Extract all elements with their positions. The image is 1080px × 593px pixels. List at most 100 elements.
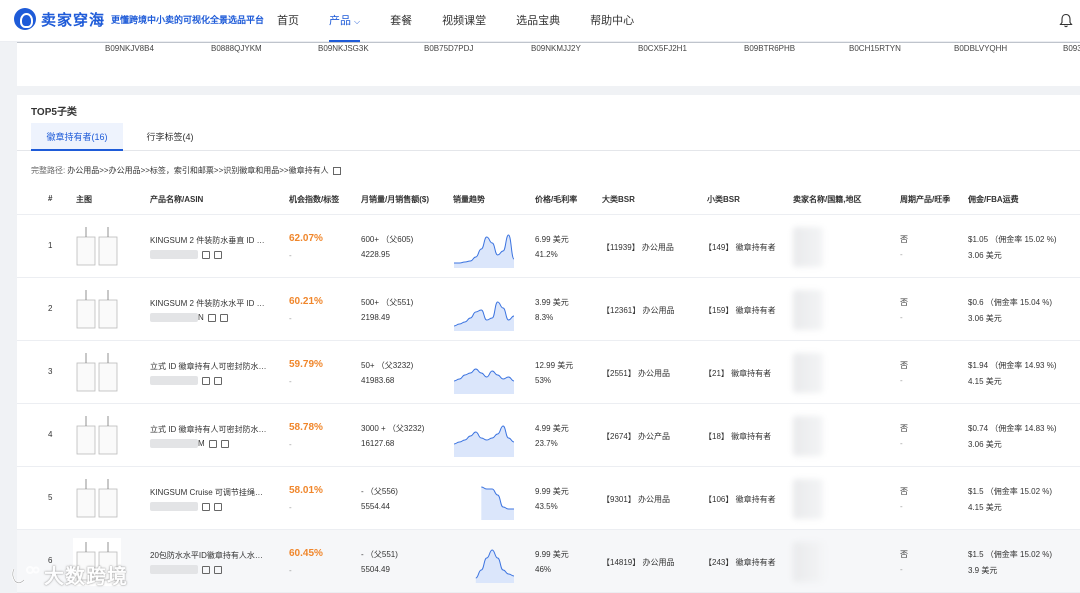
product-image <box>76 290 118 329</box>
seller-info-redacted <box>793 353 823 393</box>
big-category-bsr: 【2674】 办公产品 <box>602 432 671 441</box>
asin-label: B09NKMJJ2Y <box>531 44 581 53</box>
external-link-icon[interactable] <box>214 565 222 574</box>
external-link-icon[interactable] <box>219 313 228 322</box>
gross-margin: 43.5% <box>535 502 558 511</box>
product-thumbnail[interactable] <box>73 475 121 523</box>
small-category-bsr: 【106】 徽章持有者 <box>704 495 776 504</box>
nav-item-selection-guide[interactable]: 选品宝典 <box>501 0 575 42</box>
monthly-revenue: 41983.68 <box>361 376 395 385</box>
nav-item-products[interactable]: 产品 ⌵ <box>314 0 375 42</box>
commission: $0.6 （佣金率 15.04 %) <box>968 298 1053 307</box>
fba-fee: 4.15 美元 <box>968 503 1002 512</box>
small-category-bsr: 【243】 徽章持有者 <box>704 558 776 567</box>
col-price-margin[interactable]: 价格/毛利率 <box>535 194 577 205</box>
product-asin: M <box>150 439 229 449</box>
copy-icon[interactable] <box>207 313 216 322</box>
asin-tail: M <box>198 439 205 448</box>
nav-item-help-center[interactable]: 帮助中心 <box>575 0 649 42</box>
fba-fee: 3.06 美元 <box>968 251 1002 260</box>
sales-trend-chart[interactable] <box>452 229 516 269</box>
copy-icon[interactable] <box>202 250 210 259</box>
product-thumbnail[interactable] <box>73 412 121 460</box>
table-row[interactable]: 2 KINGSUM 2 件装防水水平 ID … N 60.21% - 500+ （父551… <box>17 278 1080 341</box>
gross-margin: 41.2% <box>535 250 558 259</box>
price: 6.99 美元 <box>535 235 569 244</box>
section-title: TOP5子类 <box>31 107 77 118</box>
product-thumbnail[interactable] <box>73 223 121 271</box>
nav-item-video-class[interactable]: 视频课堂 <box>427 0 501 42</box>
big-category-bsr: 【11939】 办公用品 <box>602 243 674 252</box>
table-row[interactable]: 3 立式 ID 徽章持有人可密封防水… 59.79% - 50+ （父3232) 4198… <box>17 341 1080 404</box>
table-row[interactable]: 4 立式 ID 徽章持有人可密封防水… M 58.78% - 3000 + （父3232)… <box>17 404 1080 467</box>
col-monthly-sales[interactable]: 月销量/月销售额($) <box>361 194 429 205</box>
product-name[interactable]: 20包防水水平ID徽章持有人水… <box>150 550 263 561</box>
col-opportunity[interactable]: 机会指数/标签 <box>289 194 339 205</box>
product-name[interactable]: 立式 ID 徽章持有人可密封防水… <box>150 361 266 372</box>
col-small-bsr[interactable]: 小类BSR <box>707 194 740 205</box>
asin-label: B09NKJV8B4 <box>105 44 154 53</box>
asin-label: B0888QJYKM <box>211 44 262 53</box>
top5-subcategory-card: TOP5子类 徽章持有者(16) 行李标签(4) 完整路径: 办公用品>>办公用… <box>17 95 1080 593</box>
table-row[interactable]: 6 20包防水水平ID徽章持有人水… 60.45% - - （父551) 5504.49 9… <box>17 530 1080 593</box>
commission: $1.05 （佣金率 15.02 %) <box>968 235 1057 244</box>
external-link-icon[interactable] <box>214 376 222 385</box>
sales-trend-chart[interactable] <box>452 292 516 332</box>
copy-icon[interactable] <box>208 439 217 448</box>
copy-icon[interactable] <box>202 565 210 574</box>
opportunity-score: 62.07% <box>289 233 323 244</box>
external-link-icon[interactable] <box>220 439 229 448</box>
external-link-icon[interactable] <box>332 166 341 175</box>
price: 3.99 美元 <box>535 298 569 307</box>
monthly-sales: 500+ （父551) <box>361 298 414 307</box>
brand-slogan: 更懂跨境中小卖的可视化全景选品平台 <box>111 14 265 25</box>
asin-redacted <box>150 313 198 323</box>
asin-label: B0CX5FJ2H1 <box>638 44 687 53</box>
product-thumbnail[interactable] <box>73 286 121 334</box>
sales-trend-chart[interactable] <box>452 544 516 584</box>
sales-trend-chart[interactable] <box>452 355 516 395</box>
external-link-icon[interactable] <box>214 250 222 259</box>
chevron-down-icon: ⌵ <box>354 17 361 26</box>
asin-label: B093 <box>1063 44 1080 53</box>
product-image <box>76 479 118 518</box>
peak-season: - <box>900 313 903 322</box>
monthly-sales: 3000 + （父3232) <box>361 424 425 433</box>
opportunity-score: 60.21% <box>289 296 323 307</box>
sales-trend-chart[interactable] <box>452 481 516 521</box>
sales-trend-area <box>454 235 514 268</box>
col-commission-fba: 佣金/FBA运费 <box>968 195 1019 204</box>
copy-icon[interactable] <box>202 502 210 511</box>
periodic-product: 否 <box>900 487 908 496</box>
bell-icon[interactable] <box>1059 13 1073 28</box>
product-name[interactable]: KINGSUM 2 件装防水水平 ID … <box>150 298 265 309</box>
table-row[interactable]: 5 KINGSUM Cruise 可调节挂绳… 58.01% - - （父556) 555… <box>17 467 1080 530</box>
periodic-product: 否 <box>900 298 908 307</box>
brand-logo[interactable]: 卖家穿海 更懂跨境中小卖的可视化全景选品平台 <box>14 8 264 30</box>
monthly-revenue: 16127.68 <box>361 439 395 448</box>
peak-season: - <box>900 250 903 259</box>
product-asin <box>150 502 222 512</box>
product-thumbnail[interactable] <box>73 349 121 397</box>
monthly-revenue: 2198.49 <box>361 313 390 322</box>
row-index: 3 <box>48 367 53 376</box>
nav-item-home[interactable]: 首页 <box>262 0 314 42</box>
table-row[interactable]: 1 KINGSUM 2 件装防水垂直 ID … 62.07% - 600+ （父605)… <box>17 215 1080 278</box>
sales-trend-chart[interactable] <box>452 418 516 458</box>
col-big-bsr[interactable]: 大类BSR <box>602 194 635 205</box>
product-name[interactable]: 立式 ID 徽章持有人可密封防水… <box>150 424 266 435</box>
product-name[interactable]: KINGSUM 2 件装防水垂直 ID … <box>150 235 265 246</box>
asin-redacted <box>150 565 198 575</box>
product-name[interactable]: KINGSUM Cruise 可调节挂绳… <box>150 487 263 498</box>
tab-luggage-tags[interactable]: 行李标签(4) <box>135 123 205 151</box>
opportunity-score: 60.45% <box>289 548 323 559</box>
tab-badge-holders[interactable]: 徽章持有者(16) <box>31 123 123 151</box>
product-image <box>76 353 118 392</box>
small-category-bsr: 【21】 徽章持有者 <box>704 369 772 378</box>
nav-item-plans[interactable]: 套餐 <box>375 0 427 42</box>
copy-icon[interactable] <box>202 376 210 385</box>
asin-redacted <box>150 439 198 449</box>
external-link-icon[interactable] <box>214 502 222 511</box>
asin-label: B09BTR6PHB <box>744 44 796 53</box>
commission: $1.94 （佣金率 14.93 %) <box>968 361 1057 370</box>
